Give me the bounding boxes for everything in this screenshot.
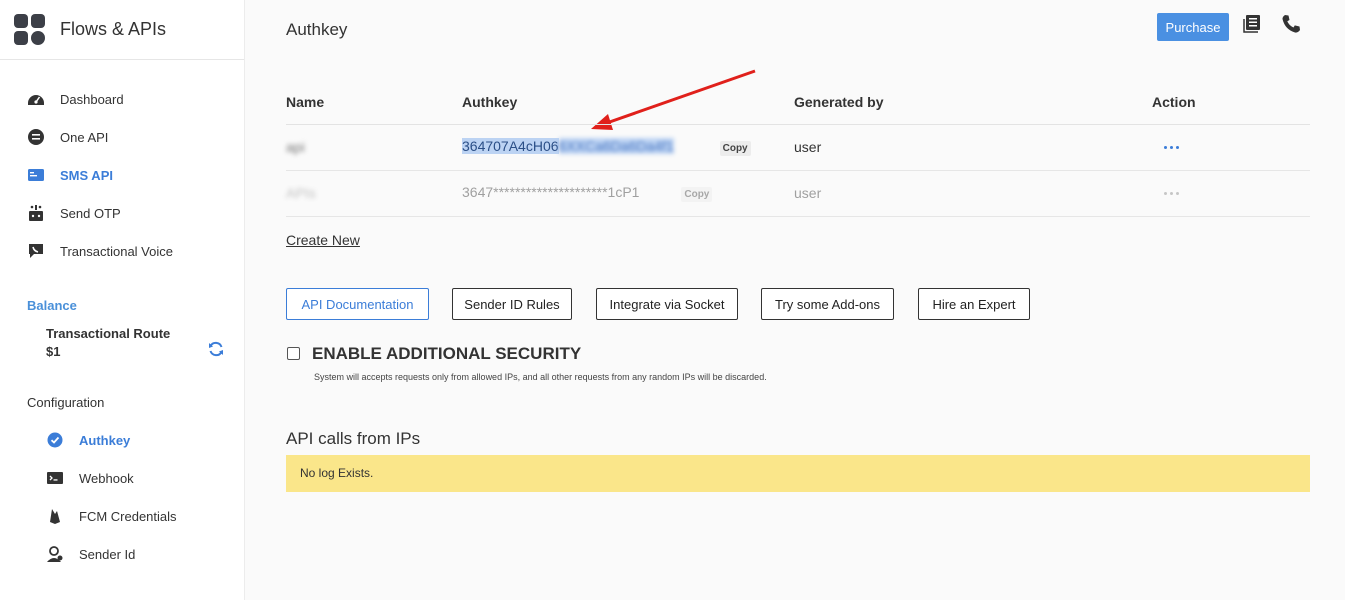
security-description: System will accepts requests only from a…	[314, 372, 767, 382]
document-list-icon[interactable]	[1243, 14, 1263, 34]
nav-item-transactional-voice[interactable]: Transactional Voice	[0, 232, 244, 270]
table-header-row: Name Authkey Generated by Action	[286, 80, 1310, 125]
row-generated-by: user	[794, 170, 1152, 217]
row-generated-by: user	[794, 124, 1152, 171]
voice-icon	[27, 242, 45, 260]
table-row: api 364707A4cH066XXCa6Da6Da4f1 Copy user	[286, 124, 1310, 171]
page-title: Authkey	[286, 20, 348, 39]
security-checkbox[interactable]	[287, 347, 300, 360]
authkey-value[interactable]: 364707A4cH06	[462, 138, 559, 154]
sidebar: Flows & APIs Dashboard One API SMS API S…	[0, 0, 245, 600]
nav-label: FCM Credentials	[79, 508, 177, 524]
purchase-button[interactable]: Purchase	[1157, 13, 1229, 41]
row-name: api	[286, 124, 462, 171]
one-api-icon	[27, 128, 45, 146]
terminal-icon	[46, 469, 64, 487]
balance-route: Transactional Route	[46, 326, 171, 341]
configuration-nav: Authkey Webhook FCM Credentials Sender I…	[0, 421, 245, 573]
row-name: APIs	[286, 170, 462, 217]
nav-label: SMS API	[60, 167, 113, 183]
no-log-notice: No log Exists.	[286, 455, 1310, 492]
create-new-link[interactable]: Create New	[286, 232, 360, 248]
try-add-ons-button[interactable]: Try some Add-ons	[761, 288, 894, 320]
balance-amount: $1	[46, 344, 61, 359]
authkey-table: Name Authkey Generated by Action api 364…	[286, 80, 1310, 217]
column-header-generated-by: Generated by	[794, 80, 1152, 125]
nav-item-dashboard[interactable]: Dashboard	[0, 80, 244, 118]
nav-item-fcm-credentials[interactable]: FCM Credentials	[0, 497, 245, 535]
nav-label: Send OTP	[60, 205, 121, 221]
column-header-action: Action	[1152, 80, 1310, 125]
nav-item-authkey[interactable]: Authkey	[0, 421, 245, 459]
row-authkey: 364707A4cH066XXCa6Da6Da4f1 Copy	[462, 124, 794, 171]
send-otp-icon	[27, 204, 45, 222]
column-header-name: Name	[286, 80, 462, 125]
authkey-value: 3647*********************1cP1	[462, 184, 640, 200]
ip-calls-title: API calls from IPs	[286, 429, 421, 448]
nav-label: Transactional Voice	[60, 243, 173, 259]
nav-item-one-api[interactable]: One API	[0, 118, 244, 156]
nav-label: Sender Id	[79, 546, 136, 562]
firebase-icon	[46, 507, 64, 525]
more-actions-icon[interactable]	[1164, 188, 1184, 198]
sender-id-rules-button[interactable]: Sender ID Rules	[452, 288, 572, 320]
more-actions-icon[interactable]	[1164, 142, 1184, 152]
brand-header: Flows & APIs	[0, 0, 244, 60]
check-circle-icon	[46, 431, 64, 449]
column-header-authkey: Authkey	[462, 80, 794, 125]
refresh-icon[interactable]	[207, 340, 225, 358]
balance-title: Balance	[27, 298, 77, 313]
main-nav: Dashboard One API SMS API Send OTP Trans…	[0, 60, 244, 270]
dashboard-icon	[27, 90, 45, 108]
table-row: APIs 3647*********************1cP1 Copy …	[286, 170, 1310, 217]
nav-item-sms-api[interactable]: SMS API	[0, 156, 244, 194]
nav-label: One API	[60, 129, 109, 145]
authkey-value-hidden: 6XXCa6Da6Da4f1	[558, 138, 674, 154]
nav-item-send-otp[interactable]: Send OTP	[0, 194, 244, 232]
nav-label: Webhook	[79, 470, 134, 486]
nav-item-sender-id[interactable]: Sender Id	[0, 535, 245, 573]
phone-icon[interactable]	[1281, 14, 1301, 34]
sms-api-icon	[27, 166, 45, 184]
configuration-title: Configuration	[27, 395, 105, 410]
row-action	[1152, 124, 1310, 171]
security-title: ENABLE ADDITIONAL SECURITY	[312, 344, 582, 363]
brand-title: Flows & APIs	[60, 19, 167, 39]
nav-label: Dashboard	[60, 91, 124, 107]
copy-button[interactable]: Copy	[681, 187, 713, 202]
apps-grid-icon[interactable]	[14, 13, 46, 46]
hire-expert-button[interactable]: Hire an Expert	[918, 288, 1030, 320]
user-badge-icon	[46, 545, 64, 563]
row-action	[1152, 170, 1310, 217]
main-content: Authkey Purchase Name Authkey Generated …	[246, 0, 1345, 600]
api-documentation-button[interactable]: API Documentation	[286, 288, 429, 320]
integrate-via-socket-button[interactable]: Integrate via Socket	[596, 288, 738, 320]
nav-item-webhook[interactable]: Webhook	[0, 459, 245, 497]
row-authkey: 3647*********************1cP1 Copy	[462, 170, 794, 217]
copy-button[interactable]: Copy	[719, 141, 751, 156]
nav-label: Authkey	[79, 432, 131, 448]
